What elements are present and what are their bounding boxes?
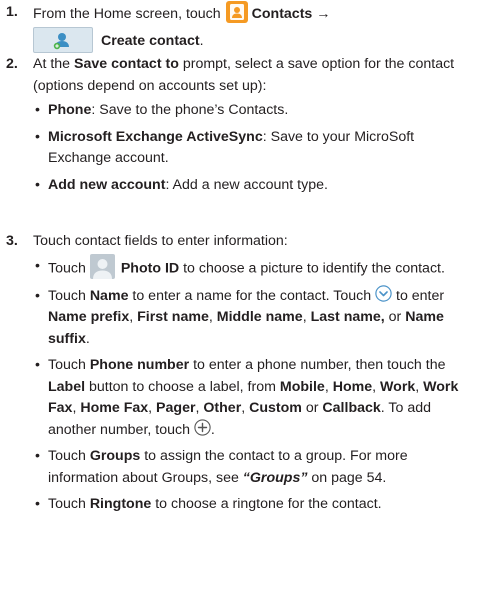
bullet-text: button to choose a label, from <box>85 378 280 395</box>
photo-id-label: Photo ID <box>120 259 180 276</box>
step-text: From the Home screen, touch <box>33 6 225 22</box>
bullet-text: . <box>210 421 215 438</box>
label-option: Custom <box>249 400 302 416</box>
step-text: . <box>199 33 204 49</box>
bullet-text: to choose a ringtone for the contact. <box>151 496 382 512</box>
list-item: Touch Ringtone to choose a ringtone for … <box>33 494 475 516</box>
list-item: Touch Phone number to enter a phone numb… <box>33 355 475 441</box>
list-item: Touch Photo ID to choose a picture to id… <box>33 253 475 281</box>
label-option: Callback <box>322 400 381 416</box>
save-contact-to-label: Save contact to <box>74 56 179 72</box>
label-option: Pager <box>156 400 196 416</box>
list-item: Touch Groups to assign the contact to a … <box>33 446 475 489</box>
bullet-text: Touch <box>48 287 90 304</box>
bullet-text: or <box>301 400 323 416</box>
arrow-symbol: → <box>312 6 331 22</box>
bullet-text: to choose a picture to identify the cont… <box>179 259 445 276</box>
field-name: Phone number <box>89 357 190 373</box>
bullet-text: to enter <box>392 287 445 304</box>
bullet-text: Touch <box>48 496 90 512</box>
field-name: Ringtone <box>89 496 152 512</box>
create-contact-label: Create contact <box>101 33 200 49</box>
bullet-text: Touch <box>48 448 90 464</box>
list-item: Phone: Save to the phone’s Contacts. <box>33 100 475 122</box>
field-name: Groups <box>89 448 141 464</box>
option-desc: : Save to the phone’s Contacts. <box>91 102 289 118</box>
bullet-text: , <box>302 309 311 325</box>
step-number: 1. <box>6 4 18 20</box>
step-body: At the Save contact to prompt, select a … <box>33 54 475 196</box>
step-number: 3. <box>6 233 18 249</box>
field-name: First name <box>137 309 209 325</box>
field-name: Label <box>48 378 86 395</box>
chevron-down-circle-icon <box>375 285 392 302</box>
list-item: Touch Name to enter a name for the conta… <box>33 286 475 351</box>
photo-id-icon <box>89 253 115 279</box>
bullet-text: , <box>148 400 157 416</box>
bullet-text: on page 54. <box>307 469 387 486</box>
label-option: Home <box>332 378 373 395</box>
add-contact-icon <box>33 27 93 54</box>
bullet-text: , <box>129 309 138 325</box>
option-term: Microsoft Exchange ActiveSync <box>48 128 263 145</box>
step-body: From the Home screen, touch Contacts → C… <box>33 1 475 55</box>
bullet-text: , <box>241 400 250 416</box>
field-name: Middle name <box>216 309 303 325</box>
step-1: 1. From the Home screen, touch Contacts … <box>0 1 475 55</box>
option-desc: : Add a new account type. <box>165 176 328 193</box>
bullet-text: to enter a name for the contact. Touch <box>128 287 376 304</box>
plus-circle-icon <box>194 419 211 436</box>
step-text: At the <box>33 56 75 72</box>
bullet-text: Touch <box>48 357 90 373</box>
step-body: Touch contact fields to enter informatio… <box>33 231 475 516</box>
option-term: Phone <box>48 102 92 118</box>
step-number: 2. <box>6 56 18 72</box>
label-option: Work <box>380 378 416 395</box>
field-name: Last name, <box>310 309 385 325</box>
bullet-text: , <box>415 378 424 395</box>
manual-page: 1. From the Home screen, touch Contacts … <box>0 0 479 606</box>
bullet-text: , <box>372 378 381 395</box>
contacts-label: Contacts <box>251 6 313 22</box>
step-intro: Touch contact fields to enter informatio… <box>33 233 288 249</box>
bullet-text: , <box>208 309 217 325</box>
bullet-text: . <box>85 330 90 347</box>
label-option: Other <box>203 400 242 416</box>
label-option: Mobile <box>279 378 325 395</box>
bullet-text: or <box>384 309 406 325</box>
bullet-text: to enter a phone number, then touch the <box>189 357 446 373</box>
field-name: Name <box>89 287 129 304</box>
bullet-text: , <box>324 378 333 395</box>
field-name: Name prefix <box>48 309 130 325</box>
option-term: Add new account <box>48 176 166 193</box>
list-item: Microsoft Exchange ActiveSync: Save to y… <box>33 127 475 170</box>
cross-reference: “Groups” <box>242 469 308 486</box>
list-item: Add new account: Add a new account type. <box>33 175 475 197</box>
bullet-text: Touch <box>48 259 90 276</box>
label-option: Home Fax <box>80 400 149 416</box>
contacts-app-icon <box>225 1 248 24</box>
step-intro: At the Save contact to prompt, select a … <box>33 54 475 97</box>
